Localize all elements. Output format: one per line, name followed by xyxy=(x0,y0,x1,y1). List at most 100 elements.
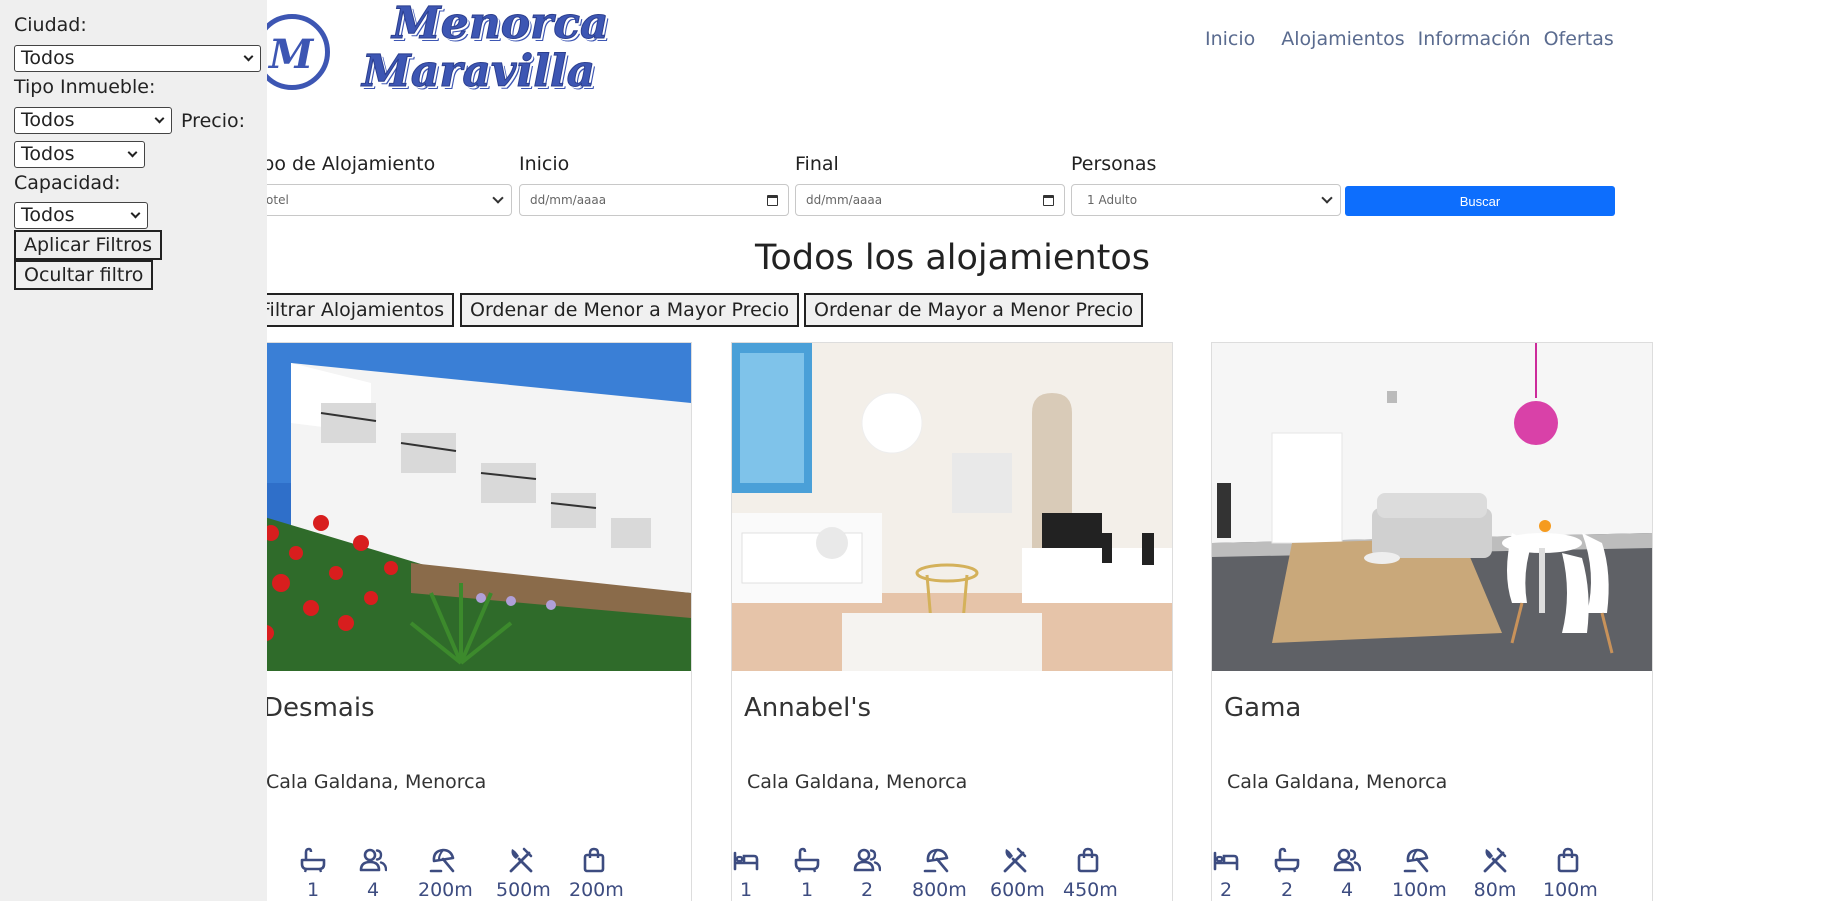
amenity-value: 4 xyxy=(366,879,380,901)
accommodation-photo[interactable] xyxy=(251,343,691,671)
restaurant-icon xyxy=(1001,847,1029,873)
amenity-value: 800m xyxy=(912,879,967,901)
card-title[interactable]: Annabel's xyxy=(744,693,871,723)
amenity-value: 2 xyxy=(1219,879,1233,901)
amenity-value: 200m xyxy=(569,879,624,901)
filter-sidebar: Ciudad: Todos Tipo Inmueble: Todos Preci… xyxy=(0,0,267,901)
end-date-placeholder: dd/mm/aaaa xyxy=(806,193,883,207)
type-select[interactable]: Hotel xyxy=(246,184,512,216)
accommodation-card[interactable]: Gama Cala Galdana, Menorca xyxy=(1211,342,1653,901)
price-select-value: Todos xyxy=(21,143,75,165)
property-type-select[interactable]: Todos xyxy=(14,107,172,134)
amenity-item: 2 xyxy=(1262,847,1312,901)
brand-line-1: Menorca xyxy=(392,0,610,49)
card-location: Cala Galdana, Menorca xyxy=(1227,771,1448,793)
guests-icon xyxy=(853,847,882,873)
chevron-down-icon xyxy=(1321,192,1333,204)
card-title[interactable]: Desmais xyxy=(263,693,375,723)
price-select[interactable]: Todos xyxy=(14,141,145,168)
section-title: Todos los alojamientos xyxy=(755,238,1150,278)
logo[interactable]: M Menorca Maravilla xyxy=(250,0,630,100)
people-select-value: 1 Adulto xyxy=(1087,193,1138,207)
page: M Menorca Maravilla Inicio Alojamientos … xyxy=(0,0,1830,901)
nav-alojamientos[interactable]: Alojamientos xyxy=(1281,28,1404,50)
amenity-item: 800m xyxy=(912,847,967,901)
city-select[interactable]: Todos xyxy=(14,45,261,72)
accommodation-card[interactable]: Desmais Cala Galdana, Menorca xyxy=(250,342,692,901)
beach-umbrella-icon xyxy=(429,847,457,873)
amenity-item: 2 xyxy=(1201,847,1251,901)
filter-accommodations-button[interactable]: Filtrar Alojamientos xyxy=(250,293,455,327)
beach-umbrella-icon xyxy=(1403,847,1431,873)
amenity-value: 80m xyxy=(1473,879,1517,901)
amenity-item: 1 xyxy=(782,847,832,901)
sort-price-asc-button[interactable]: Ordenar de Menor a Mayor Precio xyxy=(460,293,800,327)
amenity-item: 2 xyxy=(842,847,892,901)
amenity-value: 500m xyxy=(496,879,551,901)
capacity-select[interactable]: Todos xyxy=(14,202,148,229)
accommodation-card[interactable]: Annabel's Cala Galdana, Menorca xyxy=(731,342,1173,901)
property-type-select-value: Todos xyxy=(21,109,75,131)
chevron-down-icon xyxy=(154,113,165,124)
city-label: Ciudad: xyxy=(14,14,87,36)
bathtub-icon xyxy=(1273,847,1301,873)
brand-line-2: Maravilla xyxy=(362,46,596,97)
bed-icon xyxy=(732,847,760,873)
nav-informacion[interactable]: Información xyxy=(1418,28,1531,50)
amenity-item: 100m xyxy=(1392,847,1447,901)
amenity-item: 1 xyxy=(288,847,338,901)
property-type-label: Tipo Inmueble: xyxy=(14,76,156,98)
amenity-item: 4 xyxy=(1322,847,1372,901)
chevron-down-icon xyxy=(243,51,254,62)
beach-umbrella-icon xyxy=(923,847,951,873)
amenity-value: 600m xyxy=(990,879,1045,901)
start-date-placeholder: dd/mm/aaaa xyxy=(530,193,607,207)
nav-ofertas[interactable]: Ofertas xyxy=(1544,28,1614,50)
amenity-value: 450m xyxy=(1063,879,1118,901)
shopping-bag-icon xyxy=(1554,847,1582,873)
people-select[interactable]: 1 Adulto xyxy=(1071,184,1341,216)
bed-icon xyxy=(1212,847,1240,873)
guests-icon xyxy=(1333,847,1362,873)
amenity-value: 2 xyxy=(1280,879,1294,901)
shopping-bag-icon xyxy=(1074,847,1102,873)
guests-icon xyxy=(359,847,388,873)
hide-filter-button[interactable]: Ocultar filtro xyxy=(14,260,154,290)
amenity-item: 600m xyxy=(990,847,1045,901)
chevron-down-icon xyxy=(127,147,138,158)
amenity-value: 200m xyxy=(418,879,473,901)
amenity-item: 200m xyxy=(418,847,473,901)
capacity-label: Capacidad: xyxy=(14,172,121,194)
search-button[interactable]: Buscar xyxy=(1345,186,1615,216)
card-location: Cala Galdana, Menorca xyxy=(266,771,487,793)
price-label: Precio: xyxy=(181,109,246,132)
people-label: Personas xyxy=(1071,153,1157,175)
capacity-select-value: Todos xyxy=(21,204,75,226)
type-label: Tipo de Alojamiento xyxy=(246,153,436,175)
sort-price-desc-button[interactable]: Ordenar de Mayor a Menor Precio xyxy=(804,293,1144,327)
card-title[interactable]: Gama xyxy=(1224,693,1301,723)
amenity-value: 100m xyxy=(1392,879,1447,901)
card-location: Cala Galdana, Menorca xyxy=(747,771,968,793)
amenity-value: 1 xyxy=(739,879,753,901)
start-date-input[interactable]: dd/mm/aaaa xyxy=(519,184,789,216)
amenity-value: 100m xyxy=(1543,879,1598,901)
start-label: Inicio xyxy=(519,153,570,175)
city-select-value: Todos xyxy=(21,47,75,69)
restaurant-icon xyxy=(507,847,535,873)
calendar-icon[interactable] xyxy=(1043,195,1054,206)
apply-filters-button[interactable]: Aplicar Filtros xyxy=(14,230,163,260)
calendar-icon[interactable] xyxy=(767,195,778,206)
accommodation-photo[interactable] xyxy=(732,343,1172,671)
amenity-item: 4 xyxy=(348,847,398,901)
shopping-bag-icon xyxy=(580,847,608,873)
chevron-down-icon xyxy=(130,208,141,219)
amenity-value: 1 xyxy=(306,879,320,901)
end-label: Final xyxy=(795,153,839,175)
amenity-value: 4 xyxy=(1340,879,1354,901)
accommodation-photo[interactable] xyxy=(1212,343,1652,671)
end-date-input[interactable]: dd/mm/aaaa xyxy=(795,184,1065,216)
nav-inicio[interactable]: Inicio xyxy=(1205,28,1255,50)
amenity-item: 80m xyxy=(1470,847,1520,901)
restaurant-icon xyxy=(1481,847,1509,873)
